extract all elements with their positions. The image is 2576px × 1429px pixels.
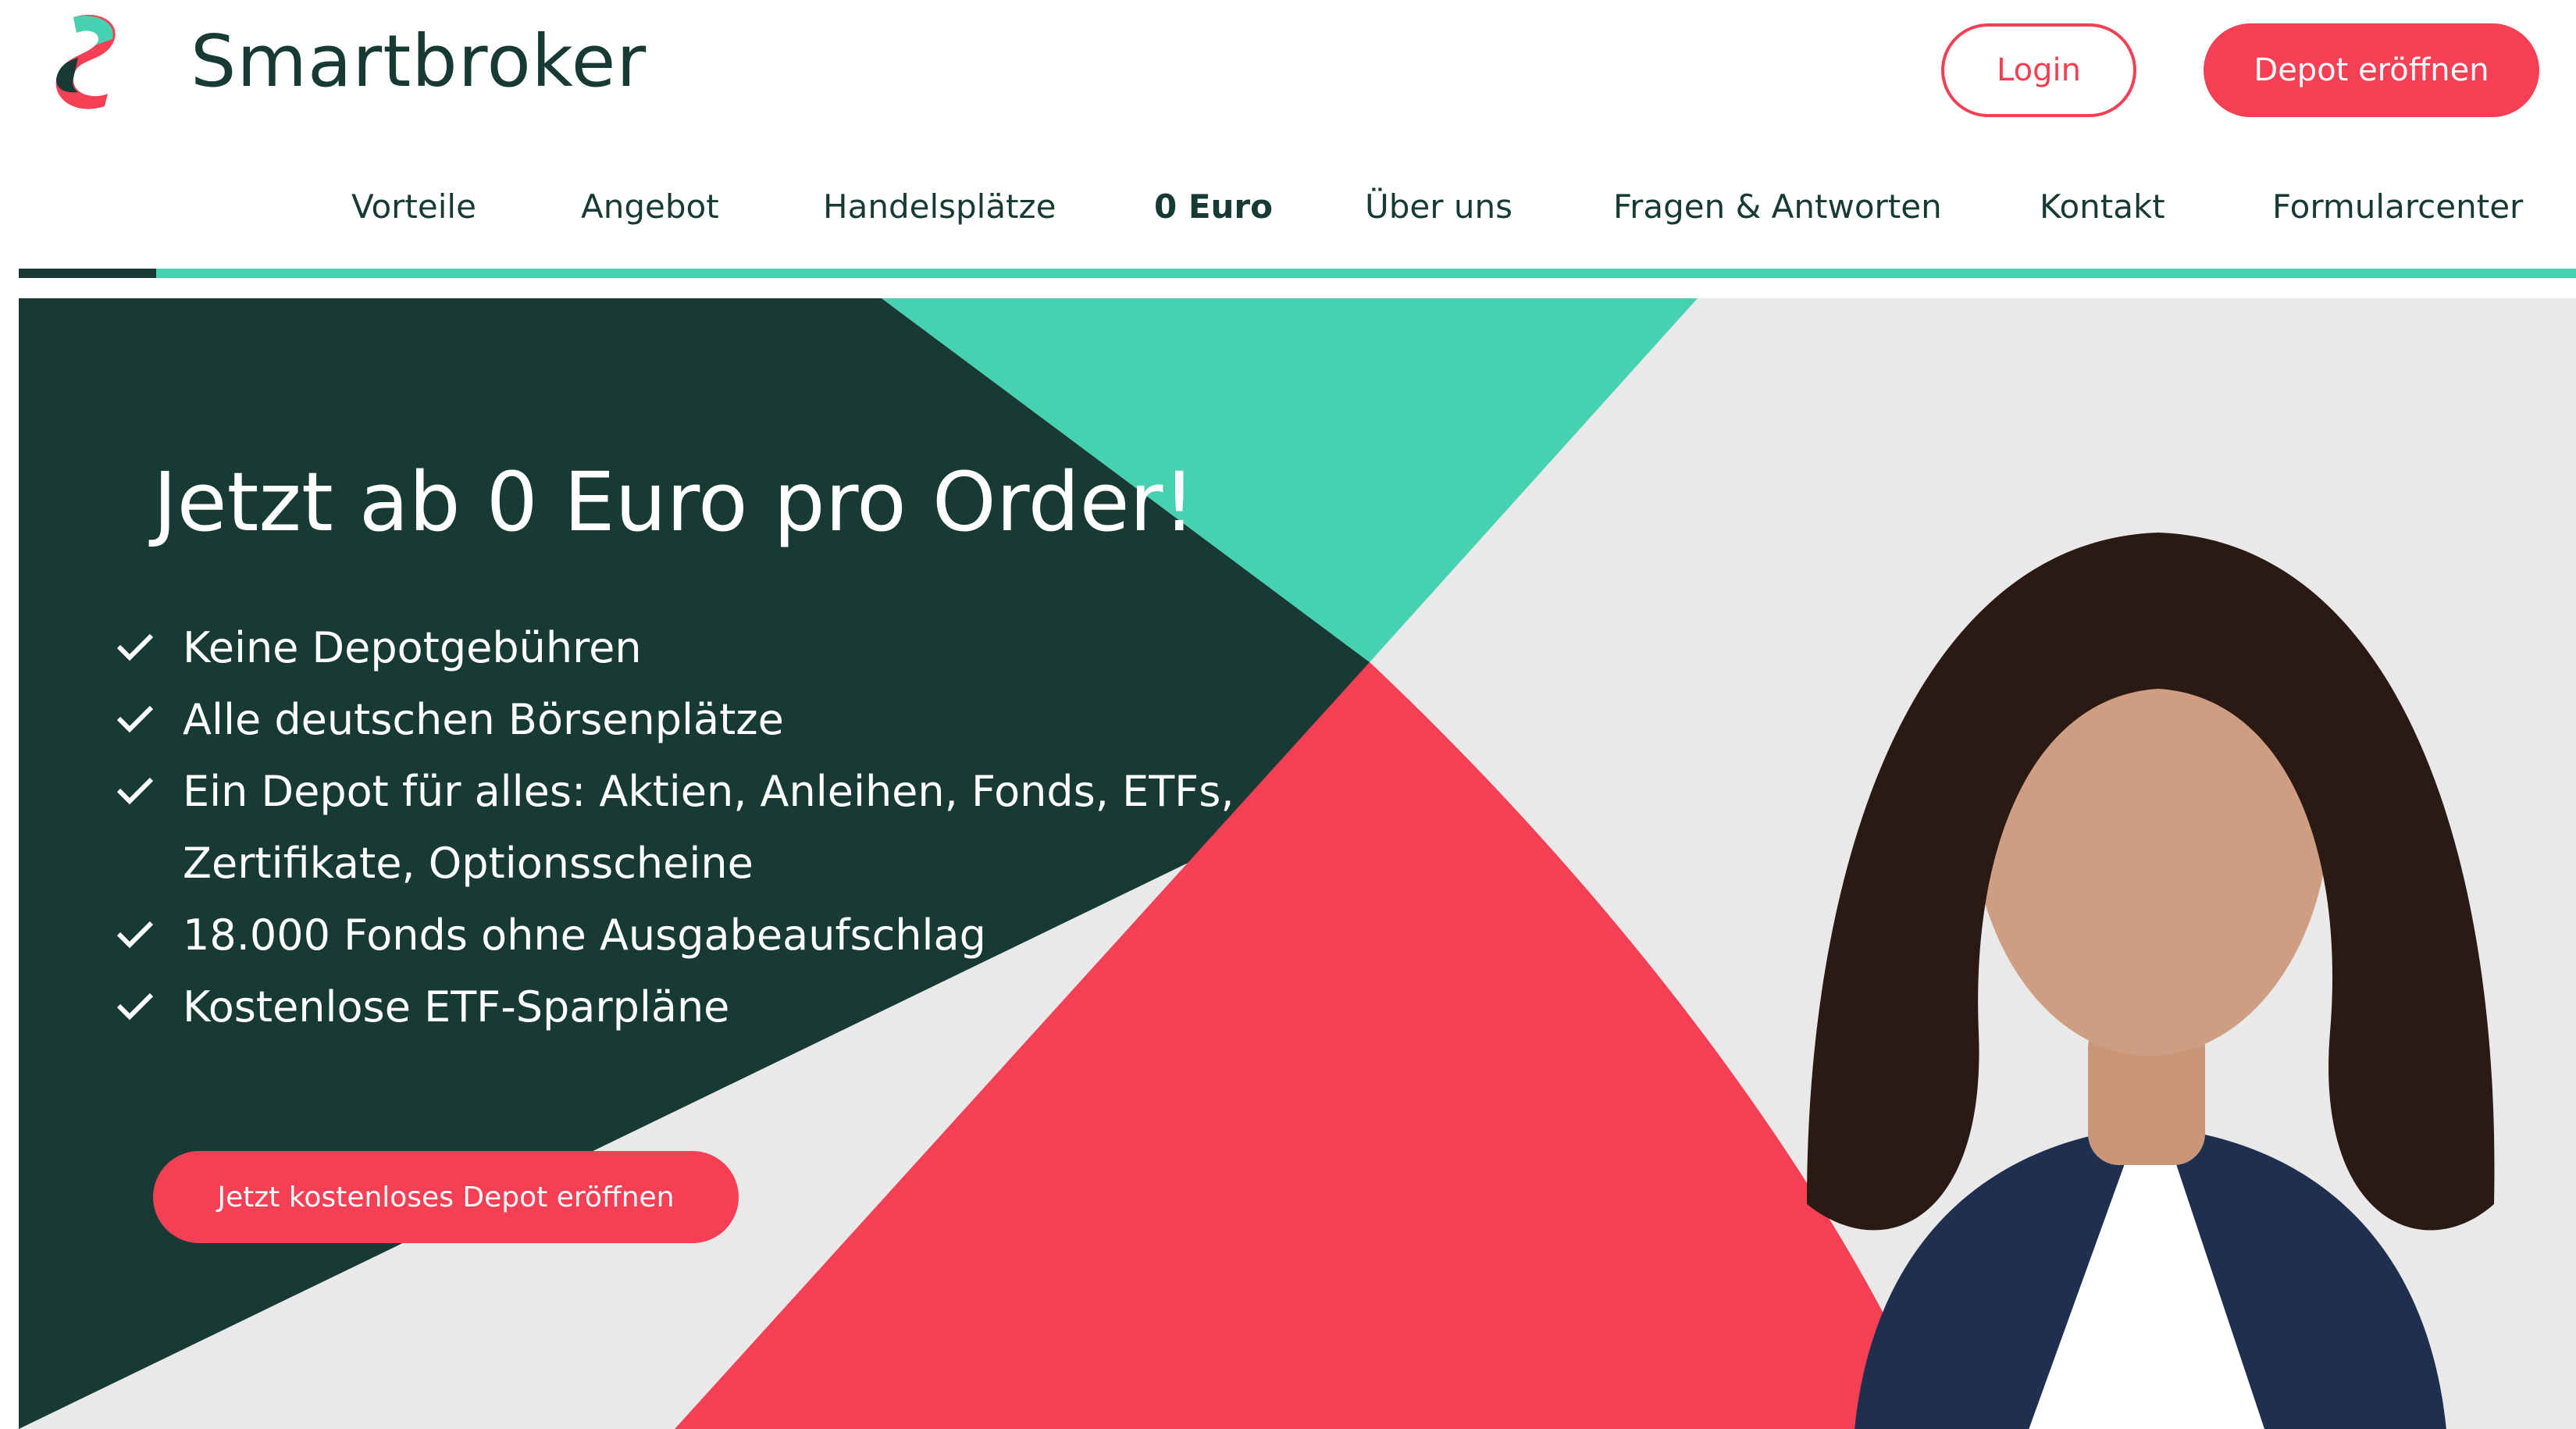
feature-text: Kostenlose ETF-Sparpläne bbox=[183, 982, 730, 1032]
feature-text: Ein Depot für alles: Aktien, Anleihen, F… bbox=[183, 767, 1235, 816]
nav-item-0-euro[interactable]: 0 Euro bbox=[1154, 187, 1273, 226]
brand-name: Smartbroker bbox=[191, 19, 647, 103]
site-header: Smartbroker Login Depot eröffnen bbox=[0, 0, 2576, 156]
login-button[interactable]: Login bbox=[1941, 23, 2136, 117]
feature-text: Zertifikate, Optionsscheine bbox=[183, 839, 754, 888]
feature-list: Keine Depotgebühren Alle deutschen Börse… bbox=[102, 612, 1235, 1043]
nav-item-ueber-uns[interactable]: Über uns bbox=[1365, 187, 1512, 226]
feature-item: Kostenlose ETF-Sparpläne bbox=[102, 971, 1235, 1043]
nav-active-indicator bbox=[19, 269, 156, 278]
nav-item-formularcenter[interactable]: Formularcenter bbox=[2272, 187, 2523, 226]
open-free-depot-button[interactable]: Jetzt kostenloses Depot eröffnen bbox=[153, 1151, 739, 1243]
check-icon bbox=[116, 992, 154, 1021]
feature-text: Alle deutschen Börsenplätze bbox=[183, 695, 784, 744]
feature-item: Ein Depot für alles: Aktien, Anleihen, F… bbox=[102, 756, 1235, 828]
feature-text: 18.000 Fonds ohne Ausgabeaufschlag bbox=[183, 910, 986, 960]
feature-item: Keine Depotgebühren bbox=[102, 612, 1235, 684]
portrait-photo bbox=[1807, 533, 2495, 1429]
hero-title: Jetzt ab 0 Euro pro Order! bbox=[153, 454, 1196, 550]
feature-item: Alle deutschen Börsenplätze bbox=[102, 684, 1235, 756]
brand-logo[interactable]: Smartbroker bbox=[50, 12, 647, 109]
nav-item-kontakt[interactable]: Kontakt bbox=[2040, 187, 2165, 226]
check-icon bbox=[116, 633, 154, 661]
check-icon bbox=[116, 705, 154, 733]
hero-section: Jetzt ab 0 Euro pro Order! Keine Depotge… bbox=[19, 298, 2576, 1429]
open-depot-button[interactable]: Depot eröffnen bbox=[2204, 23, 2539, 117]
check-icon bbox=[116, 777, 154, 805]
nav-item-angebot[interactable]: Angebot bbox=[581, 187, 719, 226]
check-icon bbox=[116, 921, 154, 949]
nav-underline bbox=[19, 269, 2576, 278]
smartbroker-logo-icon bbox=[55, 14, 116, 109]
nav-item-fragen-antworten[interactable]: Fragen & Antworten bbox=[1613, 187, 1942, 226]
main-nav: Vorteile Angebot Handelsplätze 0 Euro Üb… bbox=[0, 187, 2576, 242]
feature-item: 18.000 Fonds ohne Ausgabeaufschlag bbox=[102, 900, 1235, 971]
nav-item-handelsplaetze[interactable]: Handelsplätze bbox=[823, 187, 1056, 226]
nav-item-vorteile[interactable]: Vorteile bbox=[351, 187, 476, 226]
feature-item-continuation: Zertifikate, Optionsscheine bbox=[102, 828, 1235, 900]
feature-text: Keine Depotgebühren bbox=[183, 623, 642, 672]
